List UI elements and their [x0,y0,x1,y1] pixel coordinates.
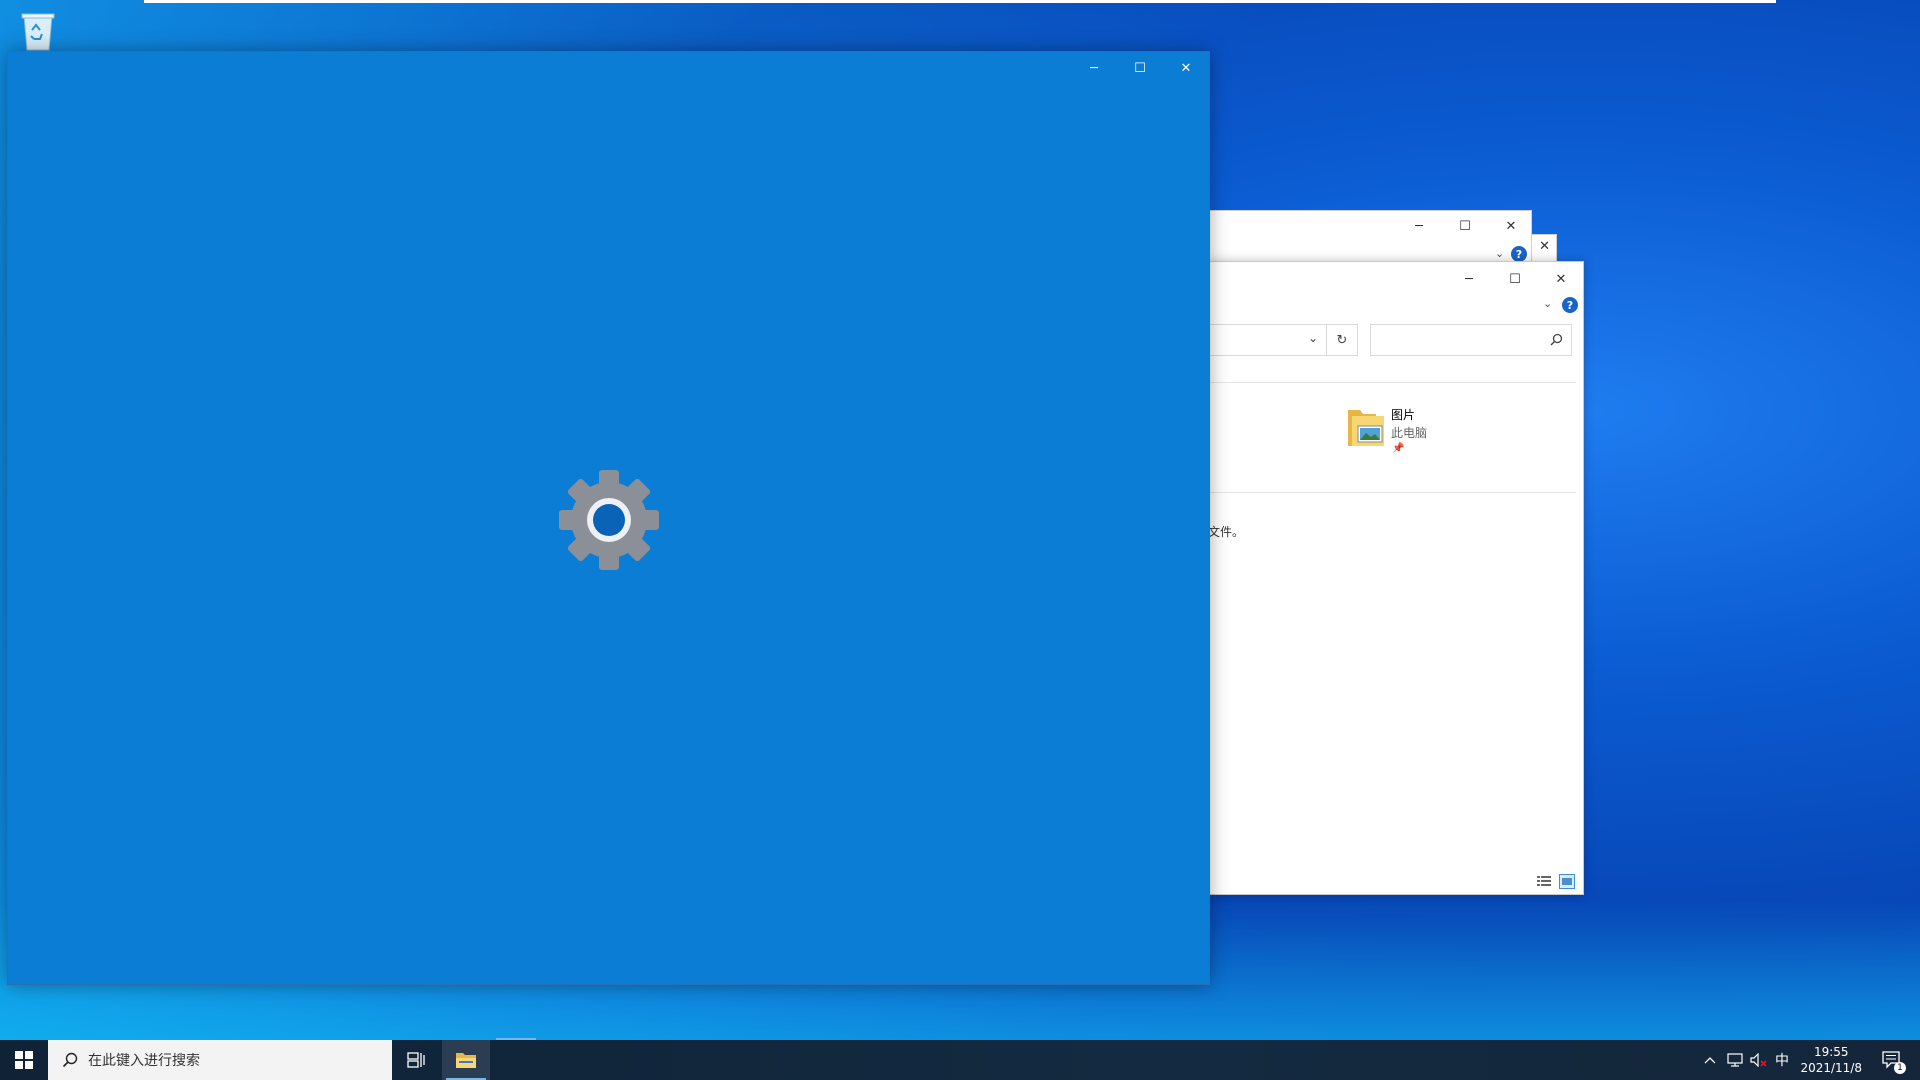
task-view-icon [407,1052,425,1068]
help-icon[interactable]: ? [1511,246,1527,262]
details-view-icon[interactable] [1537,875,1551,887]
explorer-window: ─ ☐ ✕ ⌄ ? ⌄ ↻ 图片 此电脑 📌 文件。 [1207,261,1584,895]
minimize-button[interactable]: ─ [1071,52,1117,84]
taskbar: 在此键入进行搜索 中 19:55 2021/11/8 1 [0,1040,1920,1080]
window-controls: ─ ☐ ✕ [1071,52,1209,84]
refresh-button[interactable]: ↻ [1326,324,1358,356]
start-button[interactable] [0,1040,48,1080]
file-explorer-taskbar-button[interactable] [442,1040,490,1080]
folder-icon [456,1053,476,1068]
volume-muted-icon[interactable] [1750,1040,1768,1080]
help-icon[interactable]: ? [1562,297,1578,313]
action-center-button[interactable]: 1 [1872,1040,1912,1080]
chevron-down-icon[interactable]: ⌄ [1308,331,1318,345]
large-icons-view-icon[interactable] [1559,874,1575,889]
folder-name[interactable]: 图片 [1391,406,1415,423]
divider [1208,492,1576,493]
windows-icon [15,1051,33,1069]
close-icon[interactable]: ✕ [1539,239,1550,254]
search-placeholder: 在此键入进行搜索 [88,1053,200,1069]
recycle-bin-icon[interactable] [18,8,58,52]
settings-window: ─ ☐ ✕ [7,51,1210,985]
folder-location: 此电脑 [1391,426,1428,440]
network-icon[interactable] [1726,1040,1744,1080]
search-input[interactable] [1370,324,1572,356]
pin-icon: 📌 [1392,443,1405,454]
status-text: 文件。 [1208,525,1245,539]
maximize-button[interactable]: ☐ [1117,52,1163,84]
taskbar-search[interactable]: 在此键入进行搜索 [48,1040,392,1080]
close-button[interactable]: ✕ [1538,264,1584,294]
pictures-folder-icon[interactable] [1346,406,1386,448]
top-edge-bar [144,0,1776,3]
search-icon [1550,333,1563,346]
minimize-button[interactable]: ─ [1446,264,1492,294]
gear-icon [559,470,659,570]
maximize-button[interactable]: ☐ [1442,211,1488,241]
divider [1208,382,1576,383]
notification-count-badge: 1 [1894,1062,1906,1074]
maximize-button[interactable]: ☐ [1492,264,1538,294]
address-bar[interactable]: ⌄ [1208,324,1327,356]
chevron-down-icon[interactable]: ⌄ [1495,247,1504,260]
ime-indicator[interactable]: 中 [1775,1040,1789,1080]
close-button[interactable]: ✕ [1488,211,1534,241]
task-view-button[interactable] [392,1040,440,1080]
clock-date: 2021/11/8 [1800,1061,1862,1075]
close-button[interactable]: ✕ [1163,52,1209,84]
clock-time: 19:55 [1813,1045,1849,1059]
chevron-down-icon[interactable]: ⌄ [1543,297,1552,310]
clock[interactable]: 19:55 2021/11/8 [1800,1044,1862,1076]
minimize-button[interactable]: ─ [1396,211,1442,241]
tray-chevron-icon[interactable] [1704,1040,1716,1080]
search-icon [62,1052,78,1068]
taskbar-indicator [496,1038,536,1040]
